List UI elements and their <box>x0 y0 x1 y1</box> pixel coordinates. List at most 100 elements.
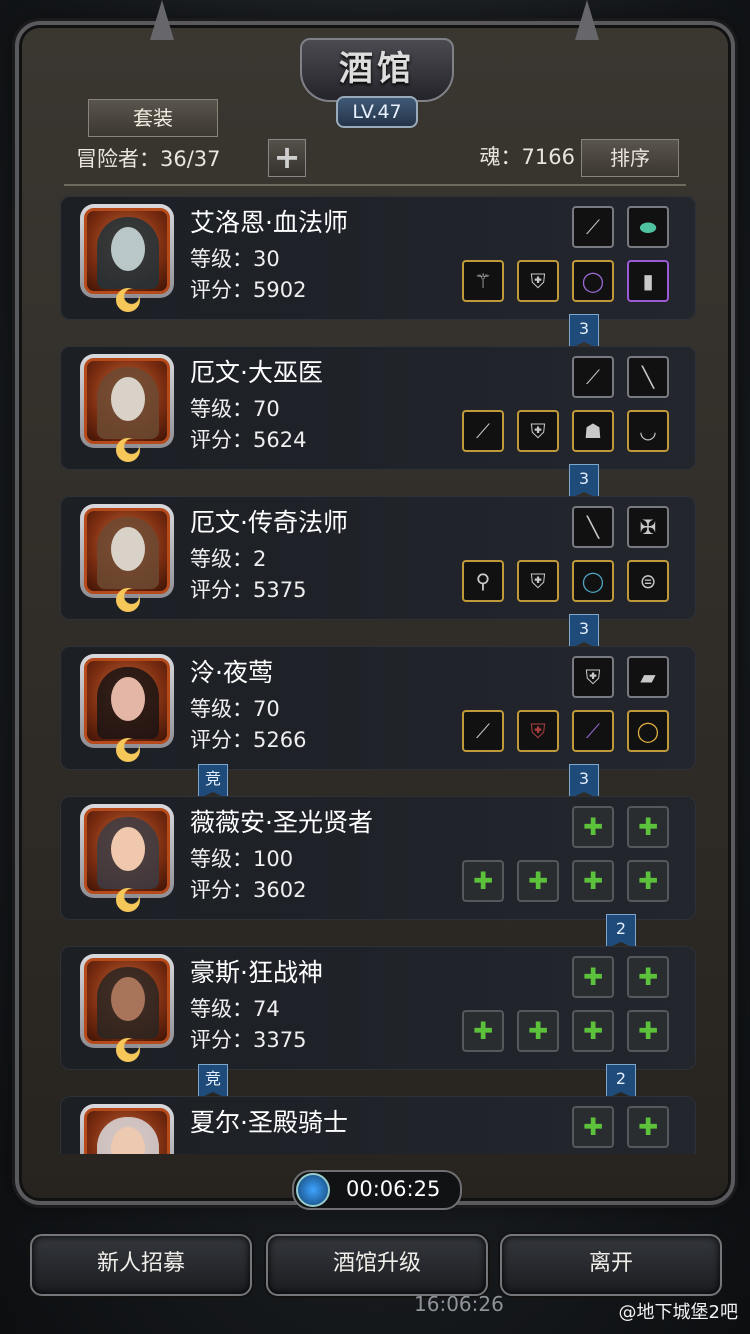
adventurer-level: 等级：2 <box>190 547 267 571</box>
adventurer-card[interactable]: 厄文·大巫医 等级：70 评分：5624 ⟋ ╲ ⟋ ⛨ ☗ ◡ <box>60 346 696 470</box>
bracelet-icon[interactable]: ⊜ <box>627 560 669 602</box>
empty-slot-icon[interactable]: ✚ <box>517 860 559 902</box>
cloak-icon[interactable]: ▮ <box>627 260 669 302</box>
adventurer-score: 评分：3602 <box>190 878 307 902</box>
frame-spike <box>575 0 599 40</box>
page-title: 酒馆 <box>339 49 415 89</box>
emblem-icon[interactable]: ✠ <box>627 506 669 548</box>
recruit-button[interactable]: 新人招募 <box>30 1234 252 1296</box>
adventurer-name: 豪斯·狂战神 <box>190 958 323 987</box>
adventurer-name: 薇薇安·圣光贤者 <box>190 808 373 837</box>
star-banner: 2 <box>606 914 636 949</box>
adventurer-card[interactable]: 薇薇安·圣光贤者 等级：100 评分：3602 ✚ ✚ ✚ ✚ ✚ ✚ <box>60 796 696 920</box>
moon-icon <box>116 888 140 912</box>
sort-button[interactable]: 排序 <box>581 139 679 177</box>
armor-icon[interactable]: ⛨ <box>517 410 559 452</box>
avatar[interactable] <box>80 1104 174 1154</box>
empty-slot-icon[interactable]: ✚ <box>462 1010 504 1052</box>
tavern-level-badge: LV.47 <box>336 96 418 128</box>
gem-icon[interactable]: ⬬ <box>627 206 669 248</box>
adventurer-card[interactable]: 厄文·传奇法师 等级：2 评分：5375 ╲ ✠ ⚲ ⛨ ◯ ⊜ <box>60 496 696 620</box>
dagger-icon[interactable]: ⟋ <box>572 710 614 752</box>
adventurer-list[interactable]: 艾洛恩·血法师 等级：30 评分：5902 ⟋ ⬬ ⚚ ⛨ ◯ ▮ 3 厄文·大… <box>60 196 696 1154</box>
empty-slot-icon[interactable]: ✚ <box>572 1106 614 1148</box>
title-plate: 酒馆 <box>300 38 454 102</box>
header-divider <box>64 184 686 186</box>
adventurer-name: 厄文·大巫医 <box>190 358 323 387</box>
adventurer-card[interactable]: 豪斯·狂战神 等级：74 评分：3375 ✚ ✚ ✚ ✚ ✚ ✚ <box>60 946 696 1070</box>
upgrade-tavern-button[interactable]: 酒馆升级 <box>266 1234 488 1296</box>
staff-icon[interactable]: ⚚ <box>462 260 504 302</box>
ring-icon[interactable]: ◯ <box>572 260 614 302</box>
armor-icon[interactable]: ⛨ <box>517 260 559 302</box>
timer-text: 00:06:25 <box>346 1177 441 1201</box>
soul-count: 魂：7166 <box>479 145 575 169</box>
mask-icon[interactable]: ☗ <box>572 410 614 452</box>
clock-icon <box>296 1173 330 1207</box>
scepter-icon[interactable]: ⚲ <box>462 560 504 602</box>
add-adventurer-button[interactable]: + <box>268 139 306 177</box>
moon-icon <box>116 1038 140 1062</box>
adventurer-name: 夏尔·圣殿骑士 <box>190 1108 348 1137</box>
adventurer-count: 冒险者：36/37 <box>76 147 221 171</box>
ring-icon[interactable]: ◯ <box>572 560 614 602</box>
star-banner: 3 <box>569 464 599 499</box>
frame-spike <box>150 0 174 40</box>
star-banner: 2 <box>606 1064 636 1099</box>
armor-icon[interactable]: ⛨ <box>572 656 614 698</box>
adventurer-level: 等级：70 <box>190 397 280 421</box>
timer: 00:06:25 <box>292 1170 462 1210</box>
ring-icon[interactable]: ◯ <box>627 710 669 752</box>
bow-icon[interactable]: ⟋ <box>462 710 504 752</box>
star-banner: 3 <box>569 314 599 349</box>
wand-icon[interactable]: ╲ <box>572 506 614 548</box>
empty-slot-icon[interactable]: ✚ <box>627 806 669 848</box>
adventurer-name: 厄文·传奇法师 <box>190 508 348 537</box>
avatar[interactable] <box>80 354 174 462</box>
star-banner: 3 <box>569 614 599 649</box>
watermark: @地下城堡2吧 <box>618 1302 738 1323</box>
robe-icon[interactable]: ⛨ <box>517 560 559 602</box>
adventurer-level: 等级：30 <box>190 247 280 271</box>
chestplate-icon[interactable]: ⛨ <box>517 710 559 752</box>
empty-slot-icon[interactable]: ✚ <box>627 956 669 998</box>
empty-slot-icon[interactable]: ✚ <box>627 1106 669 1148</box>
empty-slot-icon[interactable]: ✚ <box>572 956 614 998</box>
leave-button[interactable]: 离开 <box>500 1234 722 1296</box>
adventurer-card[interactable]: 泠·夜莺 等级：70 评分：5266 ⛨ ▰ ⟋ ⛨ ⟋ ◯ <box>60 646 696 770</box>
adventurer-score: 评分：5375 <box>190 578 307 602</box>
empty-slot-icon[interactable]: ✚ <box>572 860 614 902</box>
bow-icon[interactable]: ⟋ <box>462 410 504 452</box>
empty-slot-icon[interactable]: ✚ <box>572 1010 614 1052</box>
adventurer-level: 等级：74 <box>190 997 280 1021</box>
wand-icon[interactable]: ╲ <box>627 356 669 398</box>
empty-slot-icon[interactable]: ✚ <box>627 860 669 902</box>
empty-slot-icon[interactable]: ✚ <box>517 1010 559 1052</box>
empty-slot-icon[interactable]: ✚ <box>462 860 504 902</box>
competition-banner: 竞 <box>198 1064 228 1099</box>
avatar[interactable] <box>80 804 174 912</box>
dagger-icon[interactable]: ⟋ <box>572 356 614 398</box>
adventurer-score: 评分：3375 <box>190 1028 307 1052</box>
avatar[interactable] <box>80 504 174 612</box>
moon-icon <box>116 438 140 462</box>
adventurer-score: 评分：5266 <box>190 728 307 752</box>
moon-icon <box>116 738 140 762</box>
star-banner: 3 <box>569 764 599 799</box>
avatar[interactable] <box>80 204 174 312</box>
tome-icon[interactable]: ▰ <box>627 656 669 698</box>
moon-icon <box>116 588 140 612</box>
adventurer-level: 等级：100 <box>190 847 294 871</box>
dagger-icon[interactable]: ⟋ <box>572 206 614 248</box>
adventurer-card[interactable]: 艾洛恩·血法师 等级：30 评分：5902 ⟋ ⬬ ⚚ ⛨ ◯ ▮ <box>60 196 696 320</box>
empty-slot-icon[interactable]: ✚ <box>627 1010 669 1052</box>
necklace-icon[interactable]: ◡ <box>627 410 669 452</box>
adventurer-name: 泠·夜莺 <box>190 658 273 687</box>
adventurer-score: 评分：5902 <box>190 278 307 302</box>
adventurer-card[interactable]: 夏尔·圣殿骑士 ✚ ✚ <box>60 1096 696 1154</box>
moon-icon <box>116 288 140 312</box>
avatar[interactable] <box>80 954 174 1062</box>
empty-slot-icon[interactable]: ✚ <box>572 806 614 848</box>
avatar[interactable] <box>80 654 174 762</box>
set-tab-button[interactable]: 套装 <box>88 99 218 137</box>
